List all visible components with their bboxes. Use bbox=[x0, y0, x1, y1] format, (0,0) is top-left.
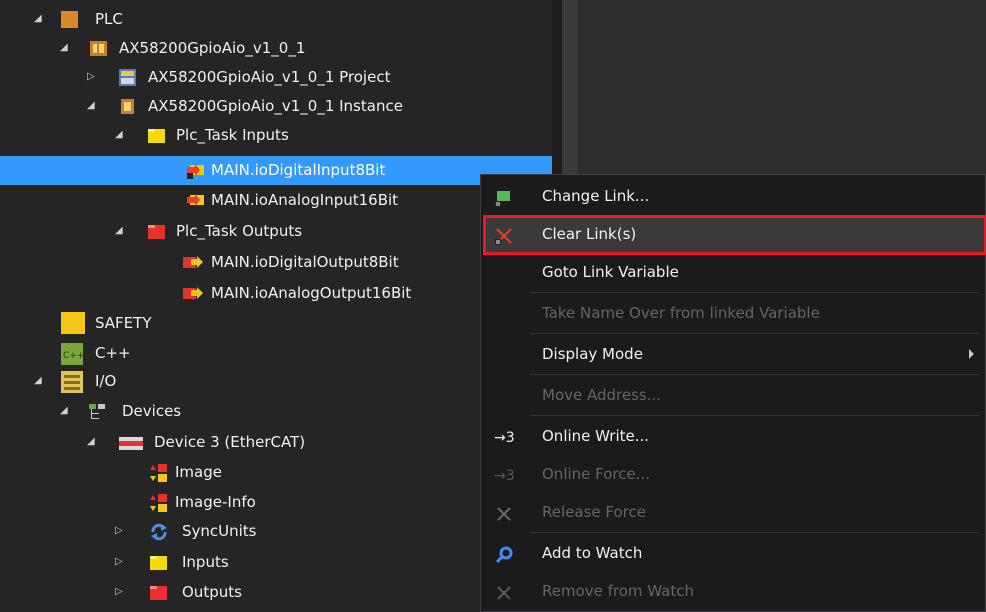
menu-separator bbox=[529, 374, 979, 375]
cpp-icon: C++ bbox=[61, 343, 84, 365]
inputs-folder-icon bbox=[150, 554, 167, 571]
tree-item-label: SAFETY bbox=[95, 314, 152, 332]
devices-icon bbox=[88, 403, 105, 420]
tree-item-label: AX58200GpioAio_v1_0_1 Project bbox=[148, 68, 391, 86]
tree-item-label: Devices bbox=[122, 402, 182, 420]
collapse-arrow-icon[interactable]: ◢ bbox=[34, 376, 44, 386]
change-link-icon bbox=[495, 189, 513, 207]
collapse-arrow-icon[interactable]: ◢ bbox=[34, 14, 44, 24]
linked-input-variable-icon bbox=[187, 162, 204, 179]
sync-icon bbox=[150, 523, 167, 541]
tree-item-label: MAIN.ioDigitalInput8Bit bbox=[211, 161, 386, 179]
tree-item-label: MAIN.ioAnalogInput16Bit bbox=[211, 191, 399, 209]
expand-arrow-icon[interactable]: ▷ bbox=[115, 557, 125, 567]
collapse-arrow-icon[interactable]: ◢ bbox=[60, 406, 70, 416]
menu-separator bbox=[529, 532, 979, 533]
plc-instance-icon bbox=[119, 98, 136, 115]
input-variable-icon bbox=[187, 192, 204, 209]
outputs-folder-icon bbox=[148, 223, 165, 240]
tree-item-digital-input[interactable]: MAIN.ioDigitalInput8Bit bbox=[0, 156, 552, 185]
tree-item-label: Inputs bbox=[182, 553, 229, 571]
tree-item-label: SyncUnits bbox=[182, 522, 257, 540]
svg-text:→3: →3 bbox=[494, 468, 515, 484]
online-force-icon: →3 bbox=[494, 466, 516, 484]
plc-icon bbox=[61, 11, 78, 28]
svg-text:C++: C++ bbox=[63, 351, 83, 361]
ethercat-device-icon bbox=[119, 436, 143, 450]
collapse-arrow-icon[interactable]: ◢ bbox=[60, 43, 70, 53]
tree-item-label: Plc_Task Inputs bbox=[176, 126, 289, 144]
tree-item-label: C++ bbox=[95, 344, 131, 362]
submenu-arrow-icon bbox=[969, 349, 974, 359]
collapse-arrow-icon[interactable]: ◢ bbox=[87, 437, 97, 447]
expand-arrow-icon[interactable]: ▷ bbox=[115, 526, 125, 536]
safety-icon bbox=[61, 312, 85, 334]
output-variable-icon bbox=[183, 254, 203, 271]
expand-arrow-icon[interactable]: ▷ bbox=[115, 587, 125, 597]
tree-item-label: Image bbox=[175, 463, 222, 481]
image-icon bbox=[148, 464, 167, 482]
online-write-icon: →3 bbox=[494, 428, 516, 446]
remove-watch-icon bbox=[495, 584, 513, 602]
release-force-icon bbox=[495, 505, 513, 523]
menu-item-display-mode[interactable]: Display Mode bbox=[481, 336, 985, 374]
menu-item-remove-watch: Remove from Watch bbox=[481, 573, 985, 611]
clear-link-icon bbox=[495, 227, 513, 245]
menu-item-change-link[interactable]: Change Link... bbox=[481, 178, 985, 216]
solution-tree: ◢ PLC ◢ AX58200GpioAio_v1_0_1 ▷ AX58200G… bbox=[0, 0, 552, 612]
image-info-icon bbox=[148, 494, 167, 512]
tree-item-label: Device 3 (EtherCAT) bbox=[154, 433, 306, 451]
menu-item-goto-link[interactable]: Goto Link Variable bbox=[481, 254, 985, 292]
io-icon bbox=[61, 371, 83, 393]
expand-arrow-icon[interactable]: ▷ bbox=[87, 72, 97, 82]
menu-item-clear-links[interactable]: Clear Link(s) bbox=[481, 216, 985, 254]
menu-item-move-address: Move Address... bbox=[542, 386, 662, 404]
collapse-arrow-icon[interactable]: ◢ bbox=[115, 130, 125, 140]
magnifier-icon bbox=[495, 546, 513, 564]
menu-separator bbox=[529, 292, 979, 293]
menu-item-online-write[interactable]: →3 Online Write... bbox=[481, 418, 985, 456]
menu-item-take-name: Take Name Over from linked Variable bbox=[542, 304, 820, 322]
tree-item-label: AX58200GpioAio_v1_0_1 bbox=[119, 39, 306, 57]
plc-source-icon bbox=[119, 69, 136, 86]
menu-item-add-watch[interactable]: Add to Watch bbox=[481, 535, 985, 573]
tree-item-label: Image-Info bbox=[175, 493, 256, 511]
menu-separator bbox=[529, 415, 979, 416]
outputs-folder-icon bbox=[150, 584, 167, 601]
menu-item-release-force: Release Force bbox=[481, 494, 985, 532]
collapse-arrow-icon[interactable]: ◢ bbox=[87, 101, 97, 111]
tree-item-label: AX58200GpioAio_v1_0_1 Instance bbox=[148, 97, 403, 115]
menu-item-online-force: →3 Online Force... bbox=[494, 465, 651, 484]
tree-item-label: I/O bbox=[95, 372, 117, 390]
menu-separator bbox=[529, 333, 979, 334]
tree-item-label: Outputs bbox=[182, 583, 242, 601]
tree-item-label: Plc_Task Outputs bbox=[176, 222, 303, 240]
output-variable-icon bbox=[183, 285, 203, 302]
tree-item-label: MAIN.ioAnalogOutput16Bit bbox=[211, 284, 412, 302]
plc-project-icon bbox=[90, 40, 107, 57]
collapse-arrow-icon[interactable]: ◢ bbox=[115, 226, 125, 236]
tree-item-label: MAIN.ioDigitalOutput8Bit bbox=[211, 253, 399, 271]
context-menu: Change Link... Clear Link(s) Goto Link V… bbox=[480, 174, 986, 612]
tree-item-label: PLC bbox=[95, 10, 123, 28]
svg-text:→3: →3 bbox=[494, 430, 515, 446]
inputs-folder-icon bbox=[148, 127, 165, 144]
